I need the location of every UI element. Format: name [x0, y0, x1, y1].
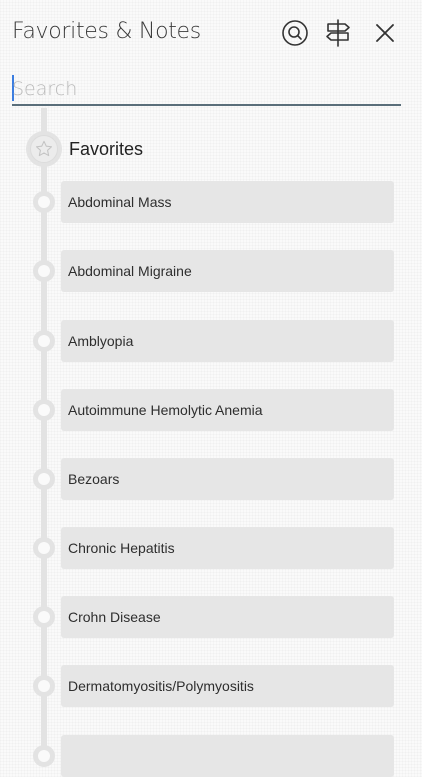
timeline-node [33, 537, 55, 559]
list-item[interactable]: Chronic Hepatitis [0, 527, 422, 569]
page-title: Favorites & Notes [12, 19, 201, 44]
favorite-card[interactable]: Dermatomyositis/Polymyositis [61, 665, 394, 707]
list-item-label: Crohn Disease [68, 609, 161, 625]
favorite-card[interactable]: Chronic Hepatitis [61, 527, 394, 569]
timeline-node [33, 330, 55, 352]
list-item-label: Abdominal Mass [68, 194, 172, 210]
timeline-node [33, 468, 55, 490]
list-item-label: Abdominal Migraine [68, 263, 192, 279]
timeline-node [33, 191, 55, 213]
list-item-label: Chronic Hepatitis [68, 540, 175, 556]
favorite-card[interactable]: Amblyopia [61, 320, 394, 362]
favorite-card[interactable]: Crohn Disease [61, 596, 394, 638]
timeline-node [33, 606, 55, 628]
list-item[interactable]: Amblyopia [0, 320, 422, 362]
search-input[interactable] [12, 72, 401, 104]
list-item[interactable]: Bezoars [0, 458, 422, 500]
timeline-node [33, 675, 55, 697]
signpost-icon[interactable] [323, 18, 353, 48]
header-bar: Favorites & Notes [0, 0, 422, 66]
timeline-node [33, 260, 55, 282]
timeline-node [33, 399, 55, 421]
favorites-badge [26, 131, 62, 167]
list-item-label: Dermatomyositis/Polymyositis [68, 678, 254, 694]
favorites-timeline: Favorites Abdominal Mass Abdominal Migra… [0, 108, 422, 777]
list-item[interactable]: Dermatomyositis/Polymyositis [0, 665, 422, 707]
favorite-card[interactable]: Bezoars [61, 458, 394, 500]
timeline-node [33, 745, 55, 767]
star-icon [35, 140, 53, 157]
list-item-partial[interactable] [0, 735, 422, 777]
search-field[interactable] [12, 72, 401, 106]
list-item-label: Bezoars [68, 471, 120, 487]
favorite-card[interactable]: Abdominal Mass [61, 181, 394, 223]
favorites-title: Favorites [69, 139, 144, 159]
favorites-section-header: Favorites [0, 130, 422, 168]
favorite-card[interactable] [61, 735, 394, 777]
close-icon[interactable] [370, 18, 400, 48]
list-item[interactable]: Autoimmune Hemolytic Anemia [0, 389, 422, 431]
search-icon[interactable] [280, 18, 310, 48]
list-item-label: Amblyopia [68, 333, 134, 349]
list-item[interactable]: Abdominal Mass [0, 181, 422, 223]
list-item[interactable]: Crohn Disease [0, 596, 422, 638]
favorite-card[interactable]: Autoimmune Hemolytic Anemia [61, 389, 394, 431]
list-item-label: Autoimmune Hemolytic Anemia [68, 402, 263, 418]
list-item[interactable]: Abdominal Migraine [0, 250, 422, 292]
favorite-card[interactable]: Abdominal Migraine [61, 250, 394, 292]
